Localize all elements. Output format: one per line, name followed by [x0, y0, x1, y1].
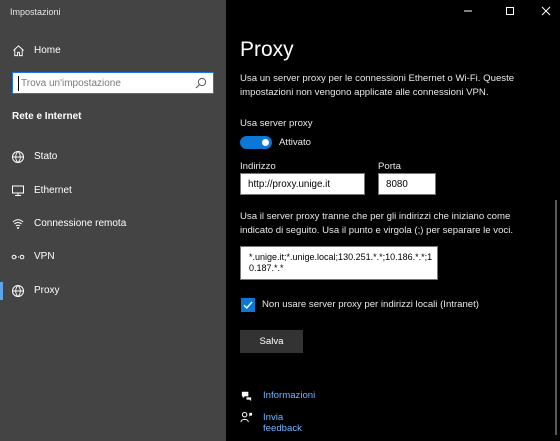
- search-icon[interactable]: [195, 77, 207, 89]
- minimize-icon[interactable]: [458, 4, 478, 18]
- sidebar-item-vpn[interactable]: VPN: [0, 242, 226, 272]
- exceptions-description: Usa il server proxy tranne che per gli i…: [240, 211, 514, 236]
- feedback-icon: [240, 411, 253, 423]
- port-value: 8080: [386, 179, 408, 190]
- page-title: Proxy: [240, 38, 294, 61]
- sidebar-item-home[interactable]: Home: [0, 38, 226, 64]
- checkmark-icon: [243, 301, 253, 310]
- exceptions-textarea[interactable]: *.unige.it;*.unige.local;130.251.*.*;10.…: [240, 246, 438, 280]
- sidebar: Impostazioni Home Trova un'impostazione …: [0, 0, 226, 441]
- sidebar-item-label: Connessione remota: [34, 218, 127, 229]
- close-icon[interactable]: [536, 4, 556, 18]
- active-indicator: [0, 282, 3, 300]
- sidebar-item-stato[interactable]: Stato: [0, 142, 226, 172]
- sidebar-item-label: VPN: [34, 251, 55, 262]
- main-content: Proxy Usa un server proxy per le conness…: [226, 0, 560, 441]
- use-proxy-toggle[interactable]: [240, 136, 272, 149]
- sidebar-item-ethernet[interactable]: Ethernet: [0, 176, 226, 206]
- local-bypass-label: Non usare server proxy per indirizzi loc…: [262, 299, 480, 310]
- address-field[interactable]: http://proxy.unige.it: [240, 173, 365, 195]
- ethernet-icon: [12, 185, 24, 196]
- globe-proxy-icon: [12, 285, 24, 297]
- port-label: Porta: [378, 161, 401, 172]
- scrollbar[interactable]: [555, 200, 557, 435]
- exceptions-value: *.unige.it;*.unige.local;130.251.*.*;10.…: [249, 252, 433, 273]
- local-bypass-checkbox[interactable]: [241, 298, 255, 312]
- save-button[interactable]: Salva: [240, 330, 303, 353]
- sidebar-item-connessione-remota[interactable]: Connessione remota: [0, 209, 226, 239]
- address-label: Indirizzo: [240, 161, 276, 172]
- sidebar-item-label: Ethernet: [34, 185, 72, 196]
- help-chat-icon: [241, 391, 252, 402]
- search-placeholder: Trova un'impostazione: [21, 78, 121, 89]
- maximize-icon[interactable]: [500, 4, 520, 18]
- proxy-description: Usa un server proxy per le connessioni E…: [240, 73, 515, 98]
- app-title: Impostazioni: [10, 7, 61, 17]
- dial-up-icon: [12, 219, 24, 229]
- sidebar-item-label: Stato: [34, 151, 58, 162]
- vpn-icon: [11, 254, 25, 260]
- port-field[interactable]: 8080: [378, 173, 436, 195]
- sidebar-item-label: Home: [34, 45, 61, 56]
- link-label[interactable]: Invia feedback: [263, 412, 302, 434]
- address-value: http://proxy.unige.it: [248, 179, 331, 190]
- toggle-knob: [262, 139, 269, 146]
- search-input[interactable]: Trova un'impostazione: [12, 72, 214, 94]
- section-title: Rete e Internet: [12, 111, 82, 122]
- globe-status-icon: [12, 151, 24, 163]
- home-icon: [13, 45, 24, 57]
- link-label[interactable]: Informazioni: [263, 390, 315, 401]
- use-proxy-label: Usa server proxy: [240, 118, 313, 129]
- toggle-state-label: Attivato: [279, 137, 311, 148]
- sidebar-item-label: Proxy: [34, 285, 60, 296]
- sidebar-item-proxy[interactable]: Proxy: [0, 276, 226, 306]
- text-caret: [18, 76, 19, 91]
